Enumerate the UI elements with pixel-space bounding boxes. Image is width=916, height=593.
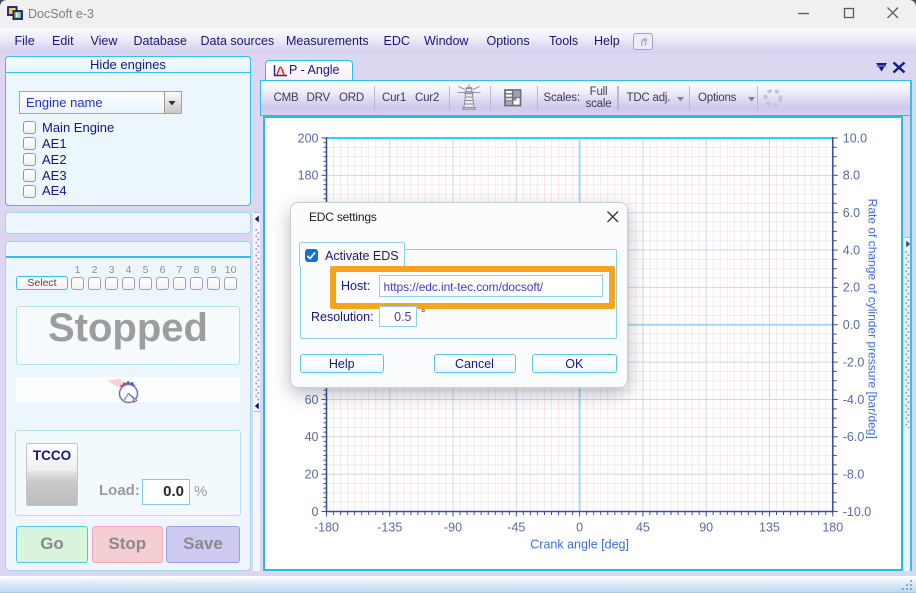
svg-text:-6.0: -6.0 [843,430,865,444]
svg-text:-180: -180 [314,521,339,535]
svg-text:8.0: 8.0 [843,169,860,183]
svg-text:Crank angle [deg]: Crank angle [deg] [530,538,629,552]
svg-text:40: 40 [305,430,319,444]
svg-text:180: 180 [298,169,319,183]
svg-text:20: 20 [305,467,319,481]
svg-text:-10.0: -10.0 [843,505,872,519]
svg-text:200: 200 [298,131,319,145]
svg-text:135: 135 [759,521,780,535]
svg-text:-90: -90 [444,521,462,535]
svg-text:4.0: 4.0 [843,243,860,257]
svg-text:-4.0: -4.0 [843,393,865,407]
svg-text:-45: -45 [507,521,525,535]
svg-text:90: 90 [699,521,713,535]
svg-text:0.0: 0.0 [843,318,860,332]
svg-text:0: 0 [312,505,319,519]
svg-text:6.0: 6.0 [843,206,860,220]
svg-text:0: 0 [576,521,583,535]
svg-text:-135: -135 [377,521,402,535]
svg-text:-8.0: -8.0 [843,467,865,481]
svg-text:Rate of change of cylinder pre: Rate of change of cylinder pressure [bar… [865,199,879,439]
svg-text:10.0: 10.0 [843,131,867,145]
svg-text:180: 180 [822,521,843,535]
svg-text:60: 60 [305,393,319,407]
svg-text:45: 45 [636,521,650,535]
svg-text:-2.0: -2.0 [843,355,865,369]
svg-text:2.0: 2.0 [843,281,860,295]
